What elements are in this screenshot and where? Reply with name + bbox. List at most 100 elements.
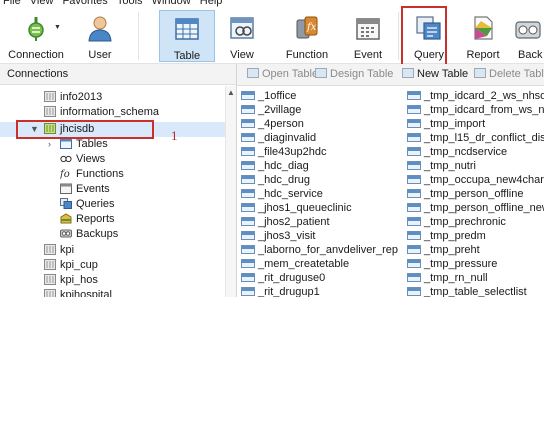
menu-help[interactable]: Help (197, 0, 226, 8)
table-icon (407, 161, 421, 170)
event-button[interactable]: Event (340, 10, 396, 62)
delete-table-button[interactable]: Delete Tabl (474, 64, 544, 85)
table-icon (241, 91, 255, 100)
table-list-item[interactable]: _hdc_diag (241, 160, 309, 172)
tree-db-kpihospital[interactable]: kpihospital (44, 288, 112, 297)
tree-item-backups[interactable]: Backups (60, 227, 118, 242)
function-button[interactable]: fx Function (279, 10, 335, 62)
toolbar-separator (138, 12, 139, 60)
table-list-item[interactable]: _tmp_ncdservice (407, 146, 507, 158)
events-icon (60, 183, 72, 194)
table-list-item[interactable]: _rit_drugup1 (241, 286, 320, 297)
table-list-item[interactable]: _4person (241, 118, 304, 130)
table-icon (241, 287, 255, 296)
table-icon (407, 245, 421, 254)
table-list-item[interactable]: _tmp_preht (407, 244, 480, 256)
view-label: View (230, 49, 254, 61)
table-list-item[interactable]: _tmp_prechronic (407, 216, 506, 228)
connection-label: Connection (8, 49, 64, 61)
event-icon (356, 18, 380, 40)
table-list-item[interactable]: _1office (241, 90, 296, 102)
new-table-button[interactable]: New Table (402, 64, 468, 85)
menu-view[interactable]: View (27, 0, 57, 8)
tree-db-info2013[interactable]: info2013 (44, 90, 102, 105)
table-list-item[interactable]: _tmp_nutri (407, 160, 476, 172)
table-list-item[interactable]: _tmp_person_offline_new (407, 202, 544, 214)
table-icon (241, 133, 255, 142)
tree-item-events[interactable]: Events (60, 182, 110, 197)
table-list-item[interactable]: _jhos1_queueclinic (241, 202, 352, 214)
table-list-item[interactable]: _tmp_occupa_new4char (407, 174, 544, 186)
table-list-item[interactable]: _hdc_service (241, 188, 323, 200)
backup-button[interactable]: Back (508, 10, 544, 62)
open-table-button[interactable]: Open Table (247, 64, 318, 85)
tree-item-functions[interactable]: fo Functions (59, 167, 124, 182)
table-list-item[interactable]: _jhos3_visit (241, 230, 315, 242)
table-list-item[interactable]: _jhos2_patient (241, 216, 330, 228)
table-name: _diaginvalid (258, 132, 317, 144)
tree-item-tables[interactable]: › Tables (48, 137, 108, 152)
table-button[interactable]: Table (159, 10, 215, 62)
tree-db-kpi-cup[interactable]: kpi_cup (44, 258, 98, 273)
table-list-item[interactable]: _tmp_table_selectlist (407, 286, 527, 297)
table-icon (407, 287, 421, 296)
table-name: _rit_druguse0 (258, 272, 326, 284)
connections-header: Connections (0, 64, 236, 85)
menu-file[interactable]: File (0, 0, 24, 8)
user-button[interactable]: User (72, 10, 128, 62)
table-name: _laborno_for_anvdeliver_rep (258, 244, 399, 256)
table-list-item[interactable]: _hdc_drug (241, 174, 310, 186)
table-name: _tmp_preht (424, 244, 480, 256)
table-list-item[interactable]: _tmp_idcard_2_ws_nhso (407, 90, 544, 102)
tree-db-kpi-hos[interactable]: kpi_hos (44, 273, 98, 288)
table-name: _file43up2hdc (258, 146, 327, 158)
table-name: _rit_drugup1 (258, 286, 320, 297)
design-table-button[interactable]: Design Table (315, 64, 393, 85)
view-button[interactable]: View (214, 10, 270, 62)
table-icon (241, 105, 255, 114)
table-icon (407, 203, 421, 212)
table-list-item[interactable]: _mem_createtable (241, 258, 349, 270)
table-list-item[interactable]: _tmp_rn_null (407, 272, 488, 284)
tree-scrollbar[interactable]: ▲ (225, 86, 236, 297)
table-name: _tmp_idcard_2_ws_nhso (424, 90, 544, 102)
table-name: _tmp_person_offline_new (424, 202, 544, 214)
menu-tools[interactable]: Tools (114, 0, 146, 8)
table-list-item[interactable]: _tmp_predm (407, 230, 486, 242)
table-list-item[interactable]: _2village (241, 104, 301, 116)
table-list-item[interactable]: _tmp_pressure (407, 258, 497, 270)
tree-item-views[interactable]: Views (60, 152, 105, 167)
table-icon (407, 273, 421, 282)
user-icon (88, 16, 112, 42)
report-button[interactable]: Report (455, 10, 511, 62)
tree-db-kpi[interactable]: kpi (44, 243, 74, 258)
table-list-item[interactable]: _tmp_l15_dr_conflict_dise (407, 132, 544, 144)
table-icon (241, 161, 255, 170)
tree-item-queries[interactable]: Queries (60, 197, 115, 212)
table-list-item[interactable]: _file43up2hdc (241, 146, 327, 158)
table-list-item[interactable]: _tmp_import (407, 118, 485, 130)
table-icon (241, 217, 255, 226)
table-list-item[interactable]: _laborno_for_anvdeliver_rep (241, 244, 398, 256)
connection-icon (28, 17, 44, 41)
table-icon (407, 91, 421, 100)
menu-window[interactable]: Window (149, 0, 194, 8)
scroll-up-icon[interactable]: ▲ (227, 88, 235, 97)
table-list-item[interactable]: _tmp_idcard_from_ws_nhso (407, 104, 544, 116)
table-name: _tmp_predm (424, 230, 486, 242)
tree-node-label: Views (76, 153, 106, 165)
menu-favorites[interactable]: Favorites (60, 0, 111, 8)
table-name: _tmp_person_offline (424, 188, 524, 200)
connection-dropdown-icon[interactable]: ▼ (54, 24, 61, 31)
table-icon (241, 259, 255, 268)
tree-db-information-schema[interactable]: information_schema (44, 105, 159, 120)
chevron-right-icon[interactable]: › (48, 137, 51, 152)
table-name: _jhos2_patient (258, 216, 330, 228)
table-list-item[interactable]: _tmp_person_offline (407, 188, 523, 200)
table-list-item[interactable]: _rit_druguse0 (241, 272, 325, 284)
database-icon (44, 106, 56, 117)
table-list-item[interactable]: _diaginvalid (241, 132, 316, 144)
tree-item-reports[interactable]: Reports (60, 212, 115, 227)
function-icon: fx (296, 16, 318, 39)
connection-button[interactable]: ▼ Connection (8, 10, 64, 62)
